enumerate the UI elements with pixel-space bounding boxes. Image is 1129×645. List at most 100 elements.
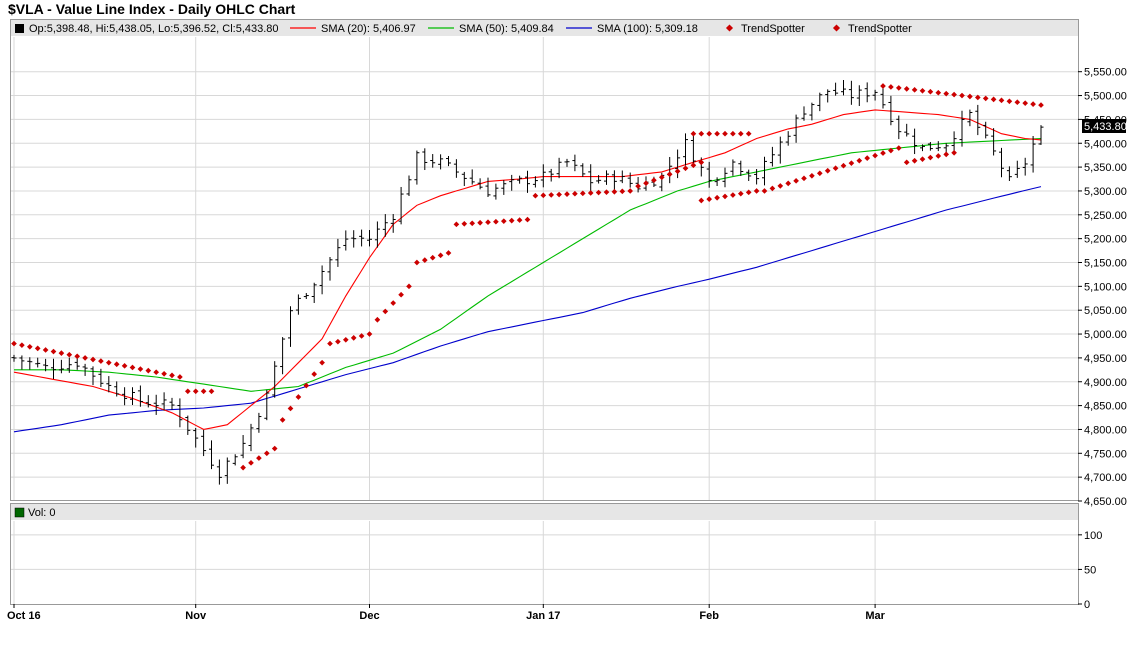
trendspotter-dot <box>42 347 49 353</box>
ohlc-bar <box>746 169 752 181</box>
ohlc-bar <box>556 157 562 179</box>
trendspotter-dot <box>1022 100 1029 107</box>
ohlc-bar <box>690 133 696 164</box>
trendspotter-dot <box>477 219 483 226</box>
trendspotter-dot <box>406 283 412 290</box>
ohlc-bar <box>604 170 609 185</box>
price-tick-label: 4,800.00 <box>1084 424 1127 436</box>
trendspotter-dot <box>895 85 902 91</box>
ohlc-bar <box>327 256 333 281</box>
month-label: Nov <box>185 610 207 622</box>
volume-legend-swatch <box>14 507 25 518</box>
trendspotter-dot <box>153 369 160 376</box>
ohlc-bar <box>185 415 191 435</box>
ohlc-legend-swatch <box>15 24 24 33</box>
trendspotter-dot <box>429 254 436 261</box>
trendspotter-dot <box>113 361 120 368</box>
trendspotter-dot <box>801 175 807 182</box>
trendspotter-dot <box>532 192 539 199</box>
ohlc-bar <box>999 147 1004 178</box>
trendspotter-dot <box>959 92 965 99</box>
month-label: Feb <box>699 610 719 622</box>
ohlc-bar <box>130 387 135 405</box>
price-tick-label: 4,900.00 <box>1084 377 1127 389</box>
trendspotter-dot <box>706 196 713 202</box>
volume-legend-text: Vol: 0 <box>28 507 56 519</box>
trendspotter-dot <box>698 197 705 204</box>
ohlc-bar <box>161 392 167 411</box>
ohlc-bar <box>1038 125 1044 145</box>
ohlc-bar <box>975 104 981 136</box>
trendspotter-dot <box>1006 98 1013 105</box>
ohlc-bar <box>935 141 941 152</box>
trendspotter-dot <box>445 250 452 256</box>
ohlc-bar <box>730 159 736 176</box>
trendspotter-dot <box>192 388 199 395</box>
trendspotter-dot <box>19 342 25 349</box>
month-label: Dec <box>359 610 379 622</box>
trendspotter-dot <box>848 160 855 167</box>
price-tick-label: 4,950.00 <box>1084 353 1127 365</box>
ohlc-bar <box>683 133 688 166</box>
trendspotter-dot <box>145 367 152 374</box>
trendspotter-dot <box>635 183 641 190</box>
price-tick-label: 5,050.00 <box>1084 305 1127 317</box>
trendspotter-dot <box>824 167 831 174</box>
trendspotter-dot <box>919 87 926 94</box>
trendspotter-dot <box>374 316 381 323</box>
trendspotter-dot <box>698 130 705 137</box>
sma50-legend-text: SMA (50): 5,409.84 <box>459 23 554 35</box>
trendspotter-dot <box>34 345 41 352</box>
sma100-line-group <box>13 186 1042 433</box>
trendspotter-dot <box>903 159 910 166</box>
trendspotter-dot <box>888 84 894 90</box>
price-tick-label: 5,350.00 <box>1084 162 1127 174</box>
month-label: Oct 16 <box>7 610 41 622</box>
trendspotter-dot <box>943 151 950 158</box>
sma100-line <box>13 186 1042 433</box>
ohlc-bar <box>224 457 230 484</box>
trendspotter-dot <box>516 217 523 223</box>
ohlc-bar <box>303 293 309 299</box>
trendspotter-dot <box>737 190 744 197</box>
trendspotter-dot <box>177 374 183 380</box>
chart-canvas: 4,650.00 4,700.00 4,750.00 4,800.00 4,850.00… <box>7 19 1127 622</box>
ohlc-bar <box>801 106 807 121</box>
ohlc-bar <box>209 440 214 470</box>
trendspotter-dot <box>366 331 373 337</box>
trendspotter-dot <box>137 366 144 372</box>
trendspotter-dot <box>26 343 33 350</box>
trendspotter-dot <box>872 152 878 159</box>
ohlc-bar <box>240 435 246 459</box>
trendspotter-dot <box>398 291 404 298</box>
trendspotter-dot <box>311 371 318 377</box>
ohlc-bar <box>137 385 143 407</box>
volume-legend-bar <box>11 504 1078 520</box>
trendspotter-dot <box>485 219 491 226</box>
ohlc-bar <box>430 154 436 168</box>
trendspotter-dot <box>350 335 357 341</box>
trendspotter-dot <box>745 189 752 196</box>
trendspotter-dot <box>753 188 760 194</box>
trendspotter-dot <box>903 86 910 92</box>
trendspotter-dot <box>279 417 286 423</box>
trendspotter-dot <box>682 165 689 172</box>
trendspotter-dot <box>793 178 799 184</box>
trendspotter-dot <box>342 336 349 343</box>
trendspotter-dot <box>240 464 246 471</box>
ohlc-bar <box>177 398 183 428</box>
ohlc-bar <box>983 121 989 139</box>
ohlc-bar <box>272 361 278 398</box>
ohlc-bar <box>453 159 459 178</box>
volume-tick-label: 0 <box>1084 599 1090 611</box>
ohlc-bar <box>58 359 64 374</box>
ohlc-bar <box>833 82 839 96</box>
ohlc-bar <box>564 158 570 167</box>
ohlc-bar <box>114 381 120 397</box>
ohlc-bar <box>295 294 301 315</box>
trendspotter-dot <box>927 88 934 95</box>
ohlc-bar <box>280 337 286 375</box>
trendspotter-dot <box>390 300 397 306</box>
ohlc-bar <box>880 88 886 109</box>
trendspotter-legend-text-2: TrendSpotter <box>848 23 912 35</box>
